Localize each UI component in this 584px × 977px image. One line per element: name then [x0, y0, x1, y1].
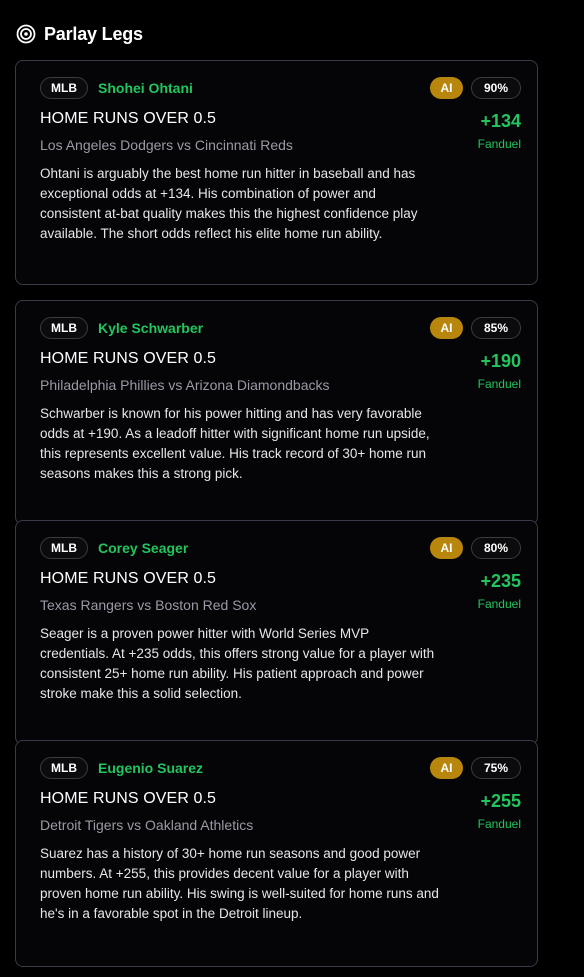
- sportsbook-label: Fanduel: [477, 817, 521, 831]
- leg-description: Schwarber is known for his power hitting…: [40, 406, 430, 481]
- parlay-leg-card[interactable]: MLB Kyle Schwarber AI 85% HOME RUNS OVER…: [15, 300, 538, 525]
- market-label: HOME RUNS OVER 0.5: [40, 570, 217, 587]
- card-header-row: MLB Shohei Ohtani: [40, 77, 193, 99]
- confidence-badge: 90%: [471, 77, 521, 99]
- matchup-text: Texas Rangers vs Boston Red Sox: [40, 597, 257, 613]
- sportsbook-label: Fanduel: [477, 137, 521, 151]
- market-label: HOME RUNS OVER 0.5: [40, 790, 217, 807]
- odds-value: +190: [480, 351, 521, 371]
- ai-badge: AI: [430, 757, 463, 779]
- badge-group: AI 80%: [430, 537, 521, 559]
- section-header: Parlay Legs: [16, 21, 143, 47]
- page-title: Parlay Legs: [44, 23, 143, 44]
- leg-description: Seager is a proven power hitter with Wor…: [40, 626, 435, 701]
- leg-description: Ohtani is arguably the best home run hit…: [40, 166, 418, 241]
- target-icon: [16, 24, 36, 44]
- parlay-leg-card[interactable]: MLB Shohei Ohtani AI 90% HOME RUNS OVER …: [15, 60, 538, 285]
- odds-value: +134: [480, 111, 521, 131]
- odds-value: +235: [480, 571, 521, 591]
- confidence-badge: 85%: [471, 317, 521, 339]
- card-header-row: MLB Kyle Schwarber: [40, 317, 203, 339]
- league-badge: MLB: [40, 317, 88, 339]
- odds-value: +255: [480, 791, 521, 811]
- parlay-leg-card[interactable]: MLB Corey Seager AI 80% HOME RUNS OVER 0…: [15, 520, 538, 745]
- confidence-badge: 80%: [471, 537, 521, 559]
- leg-description: Suarez has a history of 30+ home run sea…: [40, 846, 439, 921]
- market-label: HOME RUNS OVER 0.5: [40, 350, 217, 367]
- player-name[interactable]: Eugenio Suarez: [98, 760, 203, 776]
- card-header-row: MLB Corey Seager: [40, 537, 188, 559]
- league-badge: MLB: [40, 757, 88, 779]
- league-badge: MLB: [40, 537, 88, 559]
- matchup-text: Philadelphia Phillies vs Arizona Diamond…: [40, 377, 330, 393]
- ai-badge: AI: [430, 317, 463, 339]
- parlay-leg-card[interactable]: MLB Eugenio Suarez AI 75% HOME RUNS OVER…: [15, 740, 538, 967]
- confidence-badge: 75%: [471, 757, 521, 779]
- sportsbook-label: Fanduel: [477, 597, 521, 611]
- parlay-legs-page: Parlay Legs MLB Shohei Ohtani AI 90% HOM…: [0, 0, 584, 977]
- player-name[interactable]: Shohei Ohtani: [98, 80, 193, 96]
- badge-group: AI 90%: [430, 77, 521, 99]
- player-name[interactable]: Corey Seager: [98, 540, 188, 556]
- matchup-text: Detroit Tigers vs Oakland Athletics: [40, 817, 254, 833]
- card-header-row: MLB Eugenio Suarez: [40, 757, 203, 779]
- league-badge: MLB: [40, 77, 88, 99]
- matchup-text: Los Angeles Dodgers vs Cincinnati Reds: [40, 137, 293, 153]
- market-label: HOME RUNS OVER 0.5: [40, 110, 217, 127]
- badge-group: AI 85%: [430, 317, 521, 339]
- player-name[interactable]: Kyle Schwarber: [98, 320, 203, 336]
- sportsbook-label: Fanduel: [477, 377, 521, 391]
- badge-group: AI 75%: [430, 757, 521, 779]
- ai-badge: AI: [430, 77, 463, 99]
- ai-badge: AI: [430, 537, 463, 559]
